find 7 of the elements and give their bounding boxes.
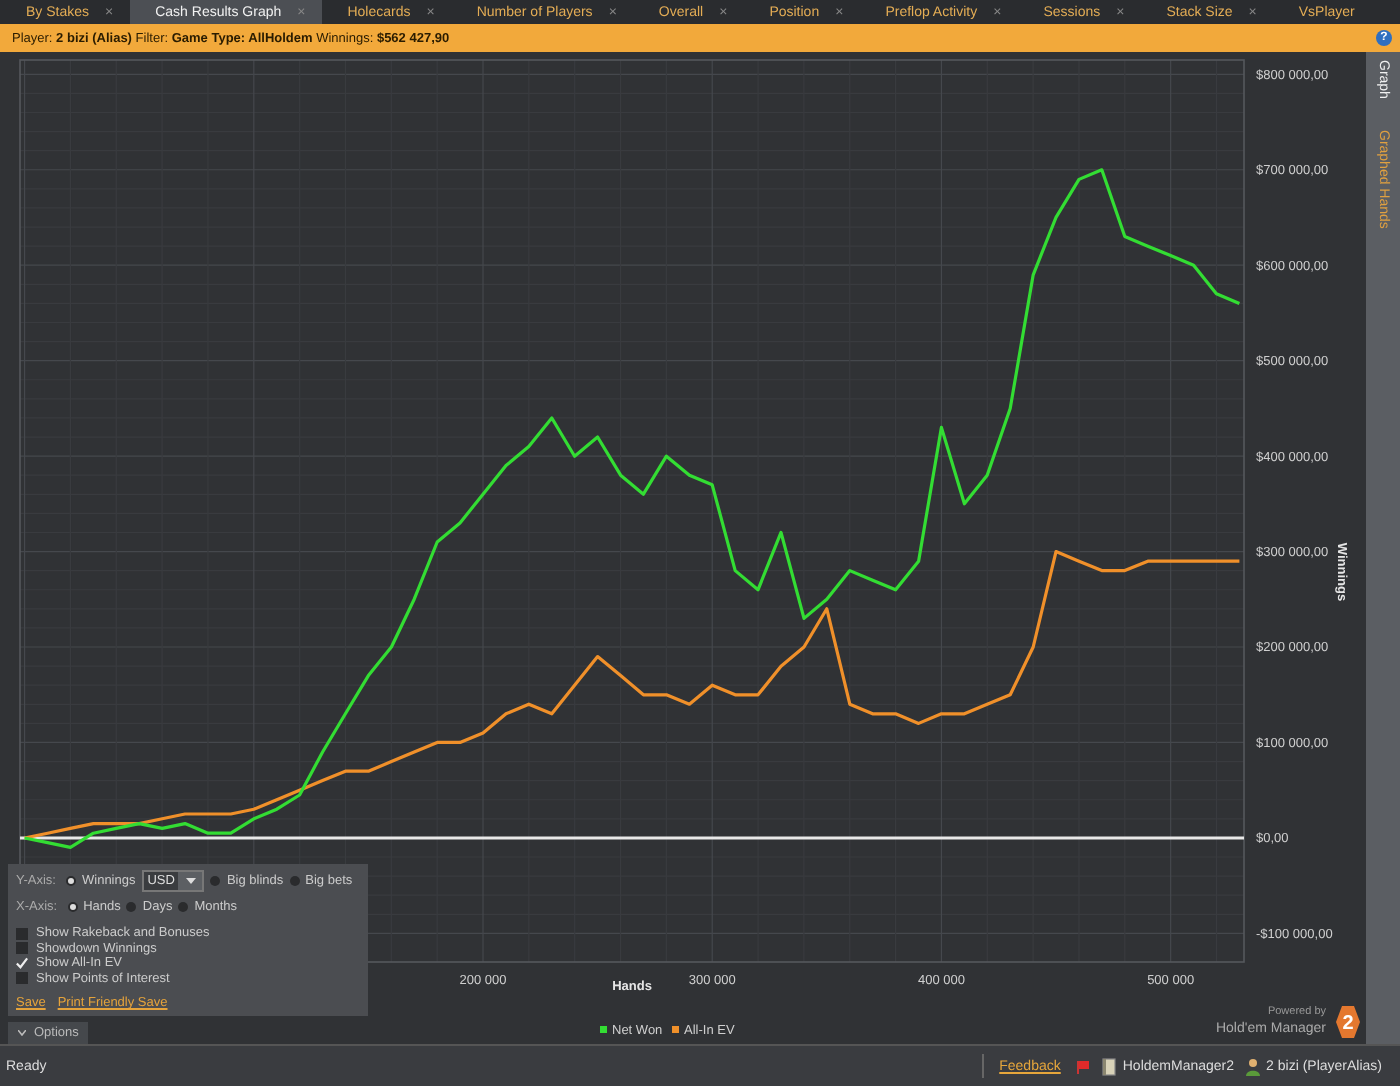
- flag-icon: [1076, 1059, 1091, 1073]
- book-icon: [1102, 1057, 1117, 1075]
- chevron-icon: [18, 1030, 26, 1036]
- user-icon: [1246, 1057, 1261, 1075]
- brand-badge: 2: [1336, 1006, 1360, 1038]
- caret-icon[interactable]: [185, 878, 196, 884]
- check-icon[interactable]: [16, 956, 28, 971]
